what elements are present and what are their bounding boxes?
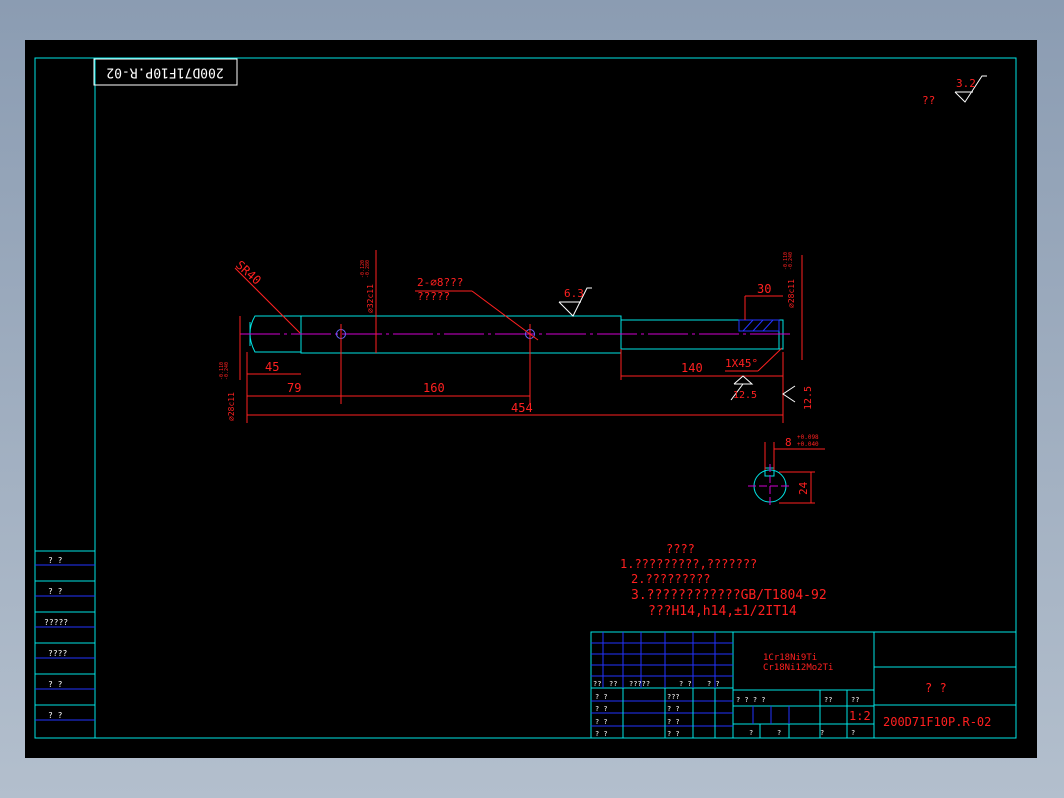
stage-label-0: ? ? ? ?: [736, 696, 766, 704]
right-diameter: ⌀28c11 -0.110 -0.240: [783, 252, 803, 360]
roughness-general: ?? 3.2: [922, 75, 987, 107]
roughness-general-text: ??: [922, 94, 935, 107]
scale: 1:2: [849, 709, 871, 723]
dim-160: 160: [423, 381, 445, 395]
sign-row-1-b: ? ?: [667, 705, 680, 713]
title-drawing-number: 200D71F10P.R-02: [883, 715, 991, 729]
left-col-4: ? ?: [48, 680, 63, 689]
sr-dimension: SR40: [233, 258, 301, 334]
rotated-drawing-number: 200D71F10P.R-02: [106, 65, 223, 80]
sr-label: SR40: [233, 258, 264, 288]
sign-row-2-a: ? ?: [595, 718, 608, 726]
dim-454: 454: [511, 401, 533, 415]
sign-header-3: ? ?: [679, 680, 692, 688]
notes-line1: 1.?????????,???????: [620, 557, 757, 571]
rotated-number-box: 200D71F10P.R-02: [93, 58, 238, 86]
sign-row-2-b: ? ?: [667, 718, 680, 726]
left-diameter-label: ⌀28c11: [227, 392, 236, 421]
roughness-mid: 6.3: [558, 287, 592, 317]
rough-12-5-b: 12.5: [803, 386, 814, 410]
material-1: 1Cr18Ni9Ti: [763, 653, 817, 663]
left-col-1: ? ?: [48, 587, 63, 596]
key-width: 8: [785, 436, 792, 449]
part-name: ? ?: [925, 681, 947, 695]
left-diameter-tol-low: -0.240: [224, 362, 230, 380]
sign-row-1-a: ? ?: [595, 705, 608, 713]
right-diameter-label: ⌀28c11: [787, 279, 796, 308]
bottom-label-3: ?: [851, 729, 855, 737]
dim-45: 45: [265, 360, 279, 374]
left-column: ? ? ? ? ????? ???? ? ? ? ?: [35, 550, 95, 721]
outer-frame: [34, 57, 1017, 739]
sign-row-0-b: ???: [667, 693, 680, 701]
notes-line2: 2.?????????: [631, 572, 710, 586]
right-diameter-tol-low: -0.240: [788, 252, 794, 270]
dim-30: 30: [757, 282, 771, 296]
notes-line4: ???H14,h14,±1/2IT14: [648, 604, 797, 619]
notes-line3: 3.????????????GB/T1804-92: [631, 588, 827, 603]
bottom-label-2: ?: [820, 729, 824, 737]
chamfer-label: 1X45°: [725, 357, 758, 370]
sign-header-1: ??: [609, 680, 617, 688]
stage-label-1: ??: [824, 696, 832, 704]
key-depth: 24: [797, 481, 810, 495]
hole-callout-line2: ?????: [417, 290, 450, 303]
rough-right: 12.5: [782, 385, 814, 410]
title-block: 1Cr18Ni9Ti Cr18Ni12Mo2Ti ? ? 200D71F10P.…: [590, 631, 1017, 739]
stage-label-2: ??: [851, 696, 859, 704]
drawing-canvas: 200D71F10P.R-02 ?? 3.2 SR40 ⌀28c11 -0.11…: [34, 57, 1017, 739]
left-col-2: ?????: [44, 618, 68, 627]
sign-row-3-a: ? ?: [595, 730, 608, 738]
sign-header-0: ??: [593, 680, 601, 688]
notes-title: ????: [666, 542, 695, 556]
material-2: Cr18Ni12Mo2Ti: [763, 663, 833, 673]
hole-callout-line1: 2-⌀8???: [417, 276, 463, 289]
sign-row-3-b: ? ?: [667, 730, 680, 738]
sign-row-0-a: ? ?: [595, 693, 608, 701]
dim-140: 140: [681, 361, 703, 375]
hole-callout: 2-⌀8??? ?????: [415, 276, 539, 341]
left-col-0: ? ?: [48, 556, 63, 565]
mid-diameter-label: ⌀32c11: [366, 284, 375, 313]
chamfer-callout: 1X45° 12.5: [725, 347, 783, 401]
cad-viewport[interactable]: 200D71F10P.R-02 ?? 3.2 SR40 ⌀28c11 -0.11…: [25, 40, 1037, 758]
bottom-label-1: ?: [777, 729, 781, 737]
key-tol-lower: +0.040: [797, 441, 819, 448]
roughness-mid-value: 6.3: [564, 287, 584, 300]
rough-12-5-a: 12.5: [733, 390, 757, 401]
left-col-5: ? ?: [48, 711, 63, 720]
sign-header-2: ?????: [629, 680, 650, 688]
technical-notes: ???? 1.?????????,??????? 2.????????? 3.?…: [620, 542, 827, 619]
mid-diameter: ⌀32c11 -0.120 -0.280: [360, 250, 377, 353]
left-col-3: ????: [48, 649, 67, 658]
mid-diameter-tol-low: -0.280: [365, 260, 371, 278]
roughness-general-value: 3.2: [956, 77, 976, 90]
sign-header-4: ? ?: [707, 680, 720, 688]
left-diameter: ⌀28c11 -0.110 -0.240: [219, 316, 241, 421]
shaft-view: [240, 315, 790, 354]
section-view: 8 +0.098 +0.040 24: [748, 434, 825, 508]
key-tol-upper: +0.098: [797, 434, 819, 441]
dim-79: 79: [287, 381, 301, 395]
bottom-label-0: ?: [749, 729, 753, 737]
